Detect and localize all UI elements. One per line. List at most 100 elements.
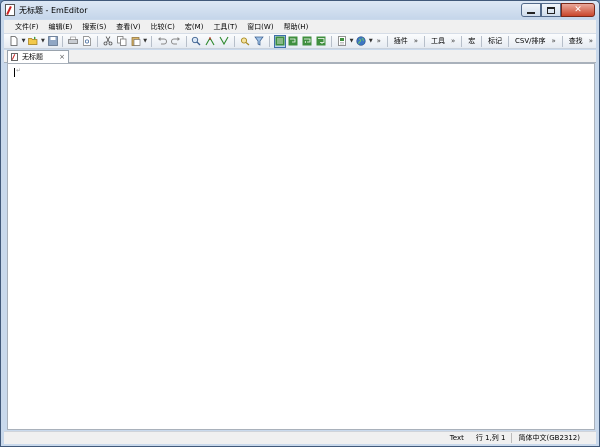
toolbar-separator: [561, 35, 563, 47]
close-button[interactable]: ✕: [561, 3, 595, 17]
toolbar-separator: [508, 35, 509, 47]
close-icon: ✕: [574, 4, 582, 15]
maximize-button[interactable]: [541, 3, 561, 17]
status-cursor-position[interactable]: 行 1,列 1: [470, 433, 512, 443]
title-bar[interactable]: 无标题 - EmEditor ✕: [1, 1, 599, 19]
open-file-button[interactable]: [27, 35, 39, 48]
toolbar-separator: [234, 35, 235, 47]
toolbar-separator: [331, 35, 332, 47]
toolbar-separator: [97, 35, 98, 47]
menu-macros[interactable]: 宏(M): [180, 22, 209, 32]
paste-button[interactable]: [130, 35, 142, 48]
paste-clipboard-icon: [131, 37, 140, 46]
find-previous-icon: [219, 36, 229, 46]
find-magnifier-icon: [192, 36, 201, 46]
paste-dropdown[interactable]: ▼: [143, 35, 148, 48]
print-icon: [68, 36, 79, 44]
menu-window[interactable]: 窗口(W): [242, 22, 278, 32]
save-disk-icon: [47, 36, 58, 46]
toolbar-separator: [481, 35, 483, 47]
wrap-by-page-icon: [316, 36, 326, 46]
open-folder-icon: [28, 36, 38, 45]
document-tab-label: 无标题: [22, 53, 43, 61]
find-in-files-button[interactable]: [239, 35, 251, 48]
new-file-button[interactable]: [8, 35, 20, 48]
wrap-by-page-button[interactable]: [315, 35, 327, 48]
menu-tools[interactable]: 工具(T): [208, 22, 242, 32]
menu-help[interactable]: 帮助(H): [279, 22, 314, 32]
configuration-button[interactable]: [336, 35, 348, 48]
print-preview-button[interactable]: [81, 35, 93, 48]
tools-toolbar-label[interactable]: 工具: [428, 36, 448, 46]
tab-close-button[interactable]: ×: [59, 53, 68, 61]
menu-bar: 文件(F) 编辑(E) 搜索(S) 查看(V) 比较(C) 宏(M) 工具(T)…: [4, 20, 596, 33]
globe-icon: [356, 36, 366, 46]
toolbar-separator: [424, 35, 425, 47]
document-icon: [11, 53, 18, 61]
status-bar: Text 行 1,列 1 简体中文(GB2312): [4, 431, 596, 444]
print-button[interactable]: [67, 35, 79, 48]
main-toolbar: ▼ ▼ ▼ ▼ ▼ » 插件 » 工具 » 宏 标记 CSV/排序 » 查找 »: [4, 33, 596, 49]
open-file-dropdown[interactable]: ▼: [40, 35, 45, 48]
minimize-icon: [527, 11, 535, 14]
menu-view[interactable]: 查看(V): [111, 22, 145, 32]
markers-toolbar-label[interactable]: 标记: [485, 36, 505, 46]
tools-overflow-chevron[interactable]: »: [448, 37, 458, 45]
redo-button[interactable]: [170, 35, 182, 48]
window-controls: ✕: [521, 3, 595, 17]
menu-file[interactable]: 文件(F): [10, 22, 44, 32]
scissors-icon: [103, 36, 113, 46]
menu-compare[interactable]: 比较(C): [146, 22, 180, 32]
redo-arrow-icon: [170, 37, 180, 45]
document-tab[interactable]: 无标题 ×: [7, 50, 69, 63]
wrap-by-window-button[interactable]: [301, 35, 313, 48]
save-button[interactable]: [47, 35, 59, 48]
end-of-file-mark: ↵: [16, 67, 22, 74]
find-previous-button[interactable]: [218, 35, 230, 48]
toolbar-separator: [461, 35, 463, 47]
status-encoding[interactable]: 简体中文(GB2312): [512, 433, 586, 443]
cut-button[interactable]: [102, 35, 114, 48]
find-button[interactable]: [190, 35, 202, 48]
wrap-none-button[interactable]: [273, 34, 286, 48]
menu-search[interactable]: 搜索(S): [77, 22, 111, 32]
menu-edit[interactable]: 编辑(E): [44, 22, 78, 32]
wrap-none-icon: [275, 36, 284, 46]
plugins-toolbar-label[interactable]: 插件: [391, 36, 411, 46]
toolbar-separator: [386, 35, 388, 47]
wrap-by-chars-icon: [288, 36, 298, 46]
undo-button[interactable]: [156, 35, 168, 48]
app-icon[interactable]: [5, 4, 15, 16]
find-next-button[interactable]: [204, 35, 216, 48]
text-caret: [14, 68, 15, 77]
new-file-icon: [10, 36, 18, 46]
copy-icon: [116, 36, 127, 46]
status-mode[interactable]: Text: [444, 434, 470, 442]
new-file-dropdown[interactable]: ▼: [21, 35, 26, 48]
find-in-files-icon: [240, 37, 250, 46]
toolbar-separator: [62, 35, 64, 47]
toolbar-overflow-chevron[interactable]: »: [374, 37, 384, 45]
csv-overflow-chevron[interactable]: »: [548, 37, 558, 45]
macros-toolbar-label[interactable]: 宏: [465, 36, 478, 46]
copy-button[interactable]: [116, 35, 128, 48]
filter-button[interactable]: [253, 35, 265, 48]
text-editor-area[interactable]: ↵: [7, 63, 595, 430]
window-title: 无标题 - EmEditor: [19, 6, 88, 15]
document-tab-strip: 无标题 ×: [4, 50, 596, 63]
toolbar-separator: [268, 35, 270, 47]
plugins-overflow-chevron[interactable]: »: [411, 37, 421, 45]
maximize-icon: [547, 6, 555, 14]
configuration-dropdown[interactable]: ▼: [349, 35, 354, 48]
search-overflow-chevron[interactable]: »: [586, 37, 596, 45]
filter-funnel-icon: [253, 36, 264, 46]
wrap-by-chars-button[interactable]: [288, 35, 300, 48]
find-next-icon: [205, 36, 215, 46]
csv-sort-toolbar-label[interactable]: CSV/排序: [512, 36, 548, 46]
toolbar-separator: [185, 35, 187, 47]
search-toolbar-label[interactable]: 查找: [566, 36, 586, 46]
configuration-icon: [338, 36, 346, 46]
encoding-button[interactable]: [355, 35, 367, 48]
print-preview-icon: [83, 36, 91, 46]
minimize-button[interactable]: [521, 3, 541, 17]
